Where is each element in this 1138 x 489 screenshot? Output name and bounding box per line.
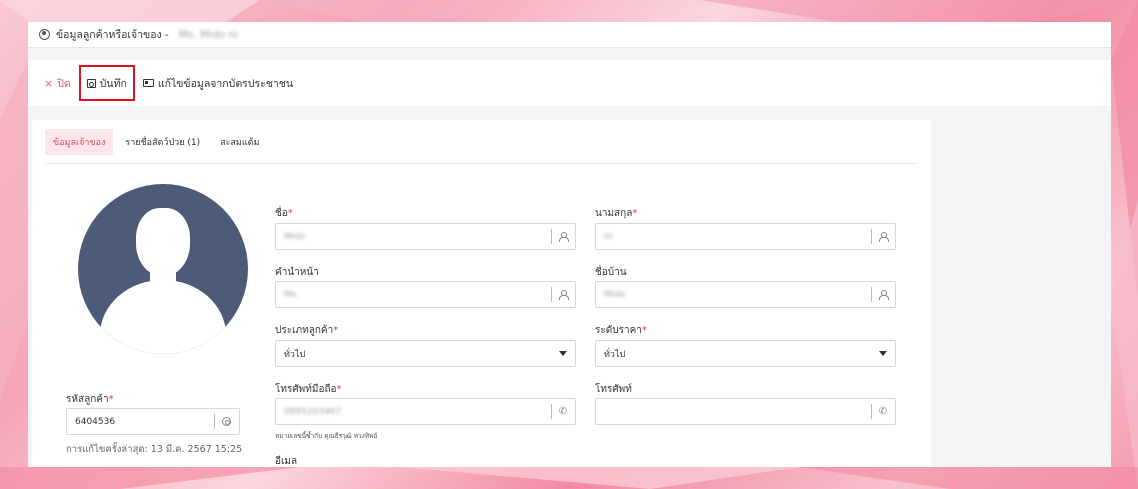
chevron-down-icon [879, 351, 887, 356]
first-name-input[interactable]: Mido [275, 223, 576, 250]
save-icon [86, 78, 96, 88]
window-title-name: Ms. Mido ni [178, 28, 238, 41]
customer-type-label: ประเภทลูกค้า* [275, 325, 339, 336]
last-name-input[interactable]: ni [595, 223, 896, 250]
close-button[interactable]: × ปิด [40, 71, 75, 95]
user-circle-icon [39, 29, 50, 40]
price-level-select[interactable]: ทั่วไป [595, 340, 896, 367]
close-icon: × [44, 76, 54, 90]
toolbar: × ปิด บันทึก แก้ไขข้อมูลจากบัตรประชาชน [28, 60, 1111, 106]
avatar[interactable] [78, 184, 248, 354]
user-icon [559, 290, 569, 300]
nickname-label: ชื่อบ้าน [595, 267, 627, 278]
save-label: บันทึก [99, 77, 127, 90]
tab-points[interactable]: สะสมแต้ม [212, 129, 267, 155]
customer-code-label: รหัสลูกค้า* [66, 394, 114, 405]
title-bar: ข้อมูลลูกค้าหรือเจ้าของ - Ms. Mido ni [28, 22, 1111, 48]
id-card-icon [142, 79, 154, 87]
phone-label: โทรศัพท์ [595, 384, 632, 395]
window-title: ข้อมูลลูกค้าหรือเจ้าของ - [56, 29, 169, 41]
prefix-label: คำนำหน้า [275, 267, 319, 278]
close-label: ปิด [57, 77, 71, 90]
prefix-input[interactable]: Ms. [275, 281, 576, 308]
tab-owner-info[interactable]: ข้อมูลเจ้าของ [45, 128, 114, 155]
nickname-input[interactable]: Mido [595, 281, 896, 308]
idcard-label: แก้ไขข้อมูลจากบัตรประชาชน [157, 77, 294, 90]
mobile-duplicate-hint: หมายเลขนี้ซ้ำกับ คุณธีรวุฒิ ทวงทิพย์ [275, 432, 378, 440]
phone-input[interactable]: ✆ [595, 398, 896, 425]
customer-window: ข้อมูลลูกค้าหรือเจ้าของ - Ms. Mido ni × … [28, 22, 1111, 467]
user-icon [879, 232, 889, 242]
customer-type-select[interactable]: ทั่วไป [275, 340, 576, 367]
last-edit-info: การแก้ไขครั้งล่าสุด: 13 มี.ค. 2567 15:25 [66, 444, 243, 455]
customer-form-card: ข้อมูลเจ้าของ รายชื่อสัตว์ป่วย (1) สะสมแ… [32, 120, 931, 467]
tab-pets[interactable]: รายชื่อสัตว์ป่วย (1) [117, 129, 208, 155]
customer-code-input[interactable]: 6404536 [66, 408, 240, 435]
first-name-label: ชื่อ* [275, 208, 293, 219]
user-icon [879, 290, 889, 300]
phone-icon: ✆ [877, 405, 888, 418]
settings-icon[interactable] [222, 417, 231, 426]
mobile-input[interactable]: 0895203467 ✆ [275, 398, 576, 425]
email-label: อีเมล [275, 456, 298, 467]
price-level-label: ระดับราคา* [595, 325, 647, 336]
user-icon [559, 232, 569, 242]
save-button[interactable]: บันทึก [78, 65, 135, 101]
tab-bar: ข้อมูลเจ้าของ รายชื่อสัตว์ป่วย (1) สะสมแ… [45, 120, 918, 164]
last-name-label: นามสกุล* [595, 208, 638, 219]
mobile-label: โทรศัพท์มือถือ* [275, 384, 342, 395]
idcard-button[interactable]: แก้ไขข้อมูลจากบัตรประชาชน [139, 71, 297, 95]
chevron-down-icon [559, 351, 567, 356]
phone-icon: ✆ [557, 405, 568, 418]
